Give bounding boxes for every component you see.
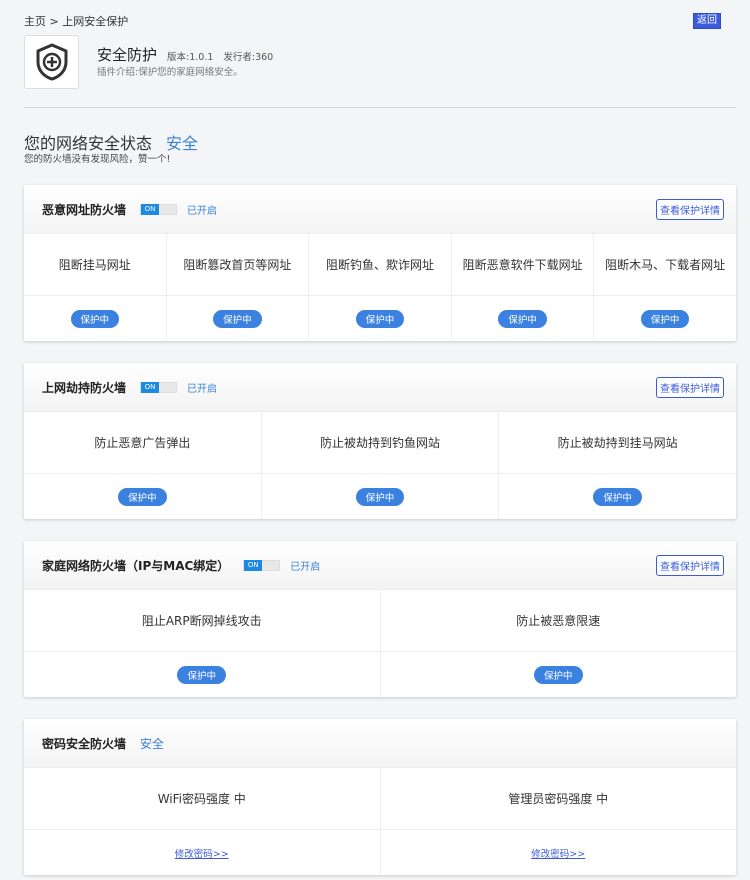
toggle-label: ON bbox=[141, 381, 160, 393]
protection-item: 管理员密码强度 中 bbox=[508, 792, 609, 806]
change-password-link[interactable]: 修改密码>> bbox=[175, 846, 229, 860]
divider bbox=[24, 107, 736, 108]
status-row: 保护中 保护中 保护中 保护中 保护中 bbox=[24, 296, 736, 341]
protection-item: 阻断恶意软件下载网址 bbox=[452, 234, 595, 295]
toggle-switch[interactable]: ON bbox=[140, 203, 178, 215]
status-badge: 保护中 bbox=[355, 309, 405, 328]
toggle-label: ON bbox=[244, 559, 263, 571]
protection-item: 阻止ARP断网掉线攻击 bbox=[24, 590, 381, 651]
action-cell: 修改密码>> bbox=[24, 830, 381, 875]
toggle-state: 已开启 bbox=[187, 383, 218, 395]
shield-plus-icon bbox=[36, 43, 67, 81]
status-cell: 保护中 bbox=[499, 474, 736, 519]
toggle-switch[interactable]: ON bbox=[243, 559, 281, 571]
status-value: 安全 bbox=[166, 134, 199, 153]
status-cell: 保护中 bbox=[24, 652, 381, 697]
plugin-version: 版本:1.0.1 bbox=[167, 52, 214, 63]
firewall-card: 恶意网址防火墙 ON 已开启 查看保护详情阻断挂马网址 阻断篡改首页等网址 阻断钓鱼、欺诈… bbox=[24, 185, 736, 341]
protection-item: 防止被劫持到钓鱼网站 bbox=[262, 412, 500, 473]
protection-item: 防止被恶意限速 bbox=[516, 614, 601, 628]
status-row: 修改密码>> 修改密码>> bbox=[24, 830, 736, 875]
view-details-button[interactable]: 查看保护详情 bbox=[656, 555, 724, 576]
action-cell: 修改密码>> bbox=[381, 830, 737, 875]
items-row: WiFi密码强度 中 管理员密码强度 中 bbox=[24, 768, 736, 830]
card-header: 密码安全防火墙 安全 bbox=[24, 719, 736, 768]
plugin-title: 安全防护 bbox=[97, 46, 158, 64]
protection-item: WiFi密码强度 中 bbox=[24, 768, 381, 829]
view-details-button[interactable]: 查看保护详情 bbox=[656, 377, 724, 398]
toggle-switch[interactable]: ON bbox=[140, 381, 178, 393]
status-badge: 保护中 bbox=[70, 309, 120, 328]
status-cell: 保护中 bbox=[309, 296, 452, 341]
protection-item: 阻断钓鱼、欺诈网址 bbox=[309, 234, 452, 295]
card-title: 密码安全防火墙 bbox=[42, 736, 127, 751]
status-row: 保护中 保护中 保护中 bbox=[24, 474, 736, 519]
plugin-description: 插件介绍:保护您的家庭网络安全。 bbox=[97, 67, 243, 78]
protection-item: 防止被劫持到挂马网站 bbox=[557, 436, 678, 450]
plugin-title-row: 安全防护 版本:1.0.1 发行者:360 bbox=[97, 44, 273, 65]
status-badge: 保护中 bbox=[498, 309, 547, 328]
toggle-label: ON bbox=[141, 203, 160, 215]
card-header: 恶意网址防火墙 ON 已开启 查看保护详情 bbox=[24, 185, 736, 234]
status-cell: 保护中 bbox=[167, 296, 310, 341]
back-button[interactable]: 返回 bbox=[693, 13, 721, 29]
status-cell: 保护中 bbox=[452, 296, 595, 341]
status-badge: 保护中 bbox=[177, 665, 226, 684]
protection-item: 阻断木马、下载者网址 bbox=[605, 258, 726, 272]
change-password-link[interactable]: 修改密码>> bbox=[531, 846, 585, 860]
status-cell: 保护中 bbox=[24, 296, 167, 341]
card-header: 家庭网络防火墙（IP与MAC绑定） ON 已开启 查看保护详情 bbox=[24, 541, 736, 590]
card-header: 上网劫持防火墙 ON 已开启 查看保护详情 bbox=[24, 363, 736, 412]
breadcrumb: 主页 > 上网安全保护 bbox=[24, 15, 129, 28]
status-row: 保护中 保护中 bbox=[24, 652, 736, 697]
status-cell: 保护中 bbox=[24, 474, 262, 519]
status-badge: 保护中 bbox=[640, 309, 690, 328]
protection-item: 阻断挂马网址 bbox=[24, 234, 167, 295]
protection-item: 阻断篡改首页等网址 bbox=[167, 234, 310, 295]
toggle-state: 已开启 bbox=[187, 205, 218, 217]
firewall-card: 家庭网络防火墙（IP与MAC绑定） ON 已开启 查看保护详情阻止ARP断网掉线攻击 防… bbox=[24, 541, 736, 697]
plugin-icon-box bbox=[24, 35, 79, 89]
status-badge: 保护中 bbox=[355, 487, 405, 506]
card-title: 家庭网络防火墙（IP与MAC绑定） bbox=[42, 558, 230, 573]
plugin-publisher: 发行者:360 bbox=[223, 52, 274, 63]
firewall-card: 密码安全防火墙 安全 WiFi密码强度 中管理员密码强度 中修改密码>> 修改密码>> bbox=[24, 719, 736, 875]
firewall-card: 上网劫持防火墙 ON 已开启 查看保护详情防止恶意广告弹出 防止被劫持到钓鱼网站 防止被劫… bbox=[24, 363, 736, 519]
status-badge: 保护中 bbox=[213, 309, 262, 328]
card-title: 恶意网址防火墙 bbox=[42, 202, 127, 217]
items-row: 阻断挂马网址 阻断篡改首页等网址 阻断钓鱼、欺诈网址 阻断恶意软件下载网址 阻断木马、下… bbox=[24, 234, 736, 296]
items-row: 防止恶意广告弹出 防止被劫持到钓鱼网站 防止被劫持到挂马网站 bbox=[24, 412, 736, 474]
status-subtitle: 您的防火墙没有发现风险，赞一个! bbox=[24, 154, 171, 165]
card-title: 上网劫持防火墙 bbox=[42, 380, 127, 395]
view-details-button[interactable]: 查看保护详情 bbox=[656, 199, 724, 220]
items-row: 阻止ARP断网掉线攻击 防止被恶意限速 bbox=[24, 590, 736, 652]
status-badge: 保护中 bbox=[593, 487, 642, 506]
status-cell: 保护中 bbox=[262, 474, 500, 519]
card-status: 安全 bbox=[140, 736, 165, 751]
protection-item: 防止恶意广告弹出 bbox=[24, 412, 262, 473]
toggle-state: 已开启 bbox=[290, 561, 321, 573]
status-badge: 保护中 bbox=[118, 487, 167, 506]
status-cell: 保护中 bbox=[594, 296, 736, 341]
status-badge: 保护中 bbox=[533, 665, 583, 684]
status-cell: 保护中 bbox=[381, 652, 737, 697]
